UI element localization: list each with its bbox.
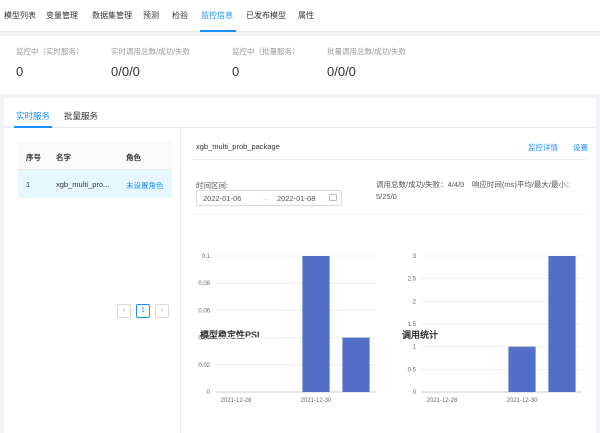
prev-page-button[interactable]: ‹	[117, 304, 131, 318]
tab-model-list[interactable]: 模型列表	[4, 10, 36, 21]
bar[interactable]	[342, 337, 370, 392]
bar[interactable]	[508, 346, 536, 392]
row-name: xgb_multi_pro...	[56, 180, 110, 189]
tab-properties[interactable]: 属性	[298, 10, 314, 21]
tab-variable-management[interactable]: 变量管理	[46, 10, 78, 21]
service-tabs: 实时服务 批量服务	[4, 98, 596, 128]
service-table: 序号 名字 角色 1 xgb_multi_pro... 未设置角色	[18, 142, 172, 198]
bar[interactable]	[302, 256, 330, 392]
y-tick-label: 2.5	[408, 277, 417, 283]
y-tick-label: 0	[207, 390, 211, 396]
range-arrow-icon: →	[261, 194, 269, 203]
psi-chart: 0 0.02 0.04 0.06 0.08 0.1 2021-12-28 2021-12-30	[198, 254, 376, 404]
tab-monitoring[interactable]: 监控信息	[201, 10, 233, 21]
y-tick-label: 1	[413, 345, 417, 351]
tab-realtime-service[interactable]: 实时服务	[16, 110, 50, 122]
stat-value: 0/0/0	[111, 64, 140, 79]
stat-batch-monitoring: 监控中（批量服务） 0	[232, 46, 300, 79]
column-header-no: 序号	[26, 153, 41, 162]
active-tab-underline	[200, 30, 236, 32]
y-tick-label: 3	[413, 254, 417, 260]
y-tick-label: 0.06	[198, 308, 210, 314]
tab-predict[interactable]: 预测	[143, 10, 159, 21]
row-role-link[interactable]: 未设置角色	[126, 180, 164, 191]
top-nav: 模型列表 变量管理 数据集管理 预测 检验 监控信息 已发布模型 属性	[0, 0, 600, 32]
main-card: 实时服务 批量服务 序号 名字 角色 1 xgb_multi_pro... 未设…	[4, 98, 596, 433]
stat-label: 批量调用总数/成功/失败	[327, 47, 407, 56]
settings-link[interactable]: 设置	[573, 142, 588, 153]
x-tick-label: 2021-12-30	[301, 398, 332, 404]
table-header: 序号 名字 角色	[18, 142, 172, 170]
active-subtab-underline	[14, 126, 52, 128]
tab-validate[interactable]: 检验	[172, 10, 188, 21]
call-stats-info: 调用总数/成功/失败：4/4/0 响应时间(ms)平均/最大/最小：5/25/0	[376, 180, 574, 201]
stat-realtime-monitoring: 监控中（实时服务） 0	[16, 46, 84, 79]
tab-batch-service[interactable]: 批量服务	[64, 110, 98, 122]
stats-panel: 监控中（实时服务） 0 实时调用总数/成功/失败 0/0/0 监控中（批量服务）…	[0, 36, 600, 94]
stat-realtime-calls: 实时调用总数/成功/失败 0/0/0	[111, 46, 190, 79]
divider	[192, 214, 586, 215]
y-tick-label: 0	[413, 390, 417, 396]
next-page-button[interactable]: ›	[155, 304, 169, 318]
calendar-icon	[329, 194, 337, 201]
stat-value: 0/0/0	[327, 64, 356, 79]
column-header-role: 角色	[126, 153, 141, 162]
stat-label: 监控中（实时服务）	[16, 47, 84, 56]
stat-value: 0	[232, 64, 240, 79]
page-1-button[interactable]: 1	[136, 304, 150, 318]
y-tick-label: 2	[413, 299, 417, 305]
stat-value: 0	[16, 64, 24, 79]
stat-label: 监控中（批量服务）	[232, 47, 300, 56]
column-header-name: 名字	[56, 153, 71, 162]
y-tick-label: 0.08	[198, 281, 210, 287]
y-tick-label: 0.5	[408, 367, 417, 373]
tab-published-models[interactable]: 已发布模型	[246, 10, 286, 21]
package-name: xgb_multi_prob_package	[196, 142, 280, 151]
vertical-divider	[180, 128, 181, 433]
table-row[interactable]: 1 xgb_multi_pro... 未设置角色	[18, 170, 172, 198]
y-tick-label: 0.04	[198, 336, 210, 342]
bar[interactable]	[548, 256, 576, 392]
start-date[interactable]: 2022-01-06	[203, 194, 241, 203]
x-tick-label: 2021-12-28	[427, 398, 458, 404]
y-tick-label: 0.02	[198, 363, 210, 369]
x-tick-label: 2021-12-30	[507, 398, 538, 404]
tab-dataset-management[interactable]: 数据集管理	[92, 10, 132, 21]
y-tick-label: 0.1	[202, 254, 211, 260]
row-no: 1	[26, 180, 31, 189]
divider	[192, 159, 586, 160]
monitor-details-link[interactable]: 监控详情	[528, 142, 558, 153]
end-date[interactable]: 2022-01-08	[277, 194, 315, 203]
date-range-picker[interactable]: 2022-01-06 → 2022-01-08	[196, 190, 342, 206]
stat-batch-calls: 批量调用总数/成功/失败 0/0/0	[327, 46, 406, 79]
calls-chart: 0 0.5 1 1.5 2 2.5 3 2021-12-28 2021-12-30	[408, 254, 582, 404]
x-tick-label: 2021-12-28	[221, 398, 252, 404]
y-tick-label: 1.5	[408, 322, 417, 328]
stat-label: 实时调用总数/成功/失败	[111, 47, 191, 56]
